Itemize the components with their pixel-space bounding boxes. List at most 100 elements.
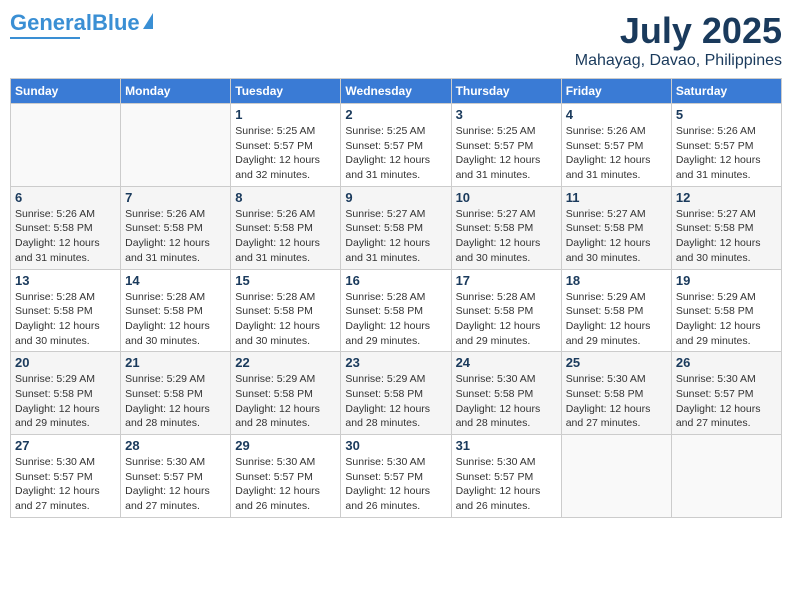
calendar-cell: 1 Sunrise: 5:25 AM Sunset: 5:57 PM Daylig… — [231, 104, 341, 187]
calendar-cell: 21Sunrise: 5:29 AM Sunset: 5:58 PM Dayli… — [121, 352, 231, 435]
calendar-week-row-3: 13 Sunrise: 5:28 AM Sunset: 5:58 PM Dayli… — [11, 269, 782, 352]
day-detail: Sunrise: 5:29 AM Sunset: 5:58 PM Dayligh… — [125, 372, 226, 431]
day-detail: Sunrise: 5:26 AM Sunset: 5:57 PM Dayligh… — [566, 124, 667, 183]
day-number: 6 — [15, 190, 116, 205]
calendar-cell: 28 Sunrise: 5:30 AM Sunset: 5:57 PM Dayli… — [121, 435, 231, 518]
day-number: 20 — [15, 355, 116, 370]
day-number: 17 — [456, 273, 557, 288]
calendar-cell: 9Sunrise: 5:27 AM Sunset: 5:58 PM Daylig… — [341, 186, 451, 269]
calendar-header-row: Sunday Monday Tuesday Wednesday Thursday… — [11, 79, 782, 104]
day-number: 28 — [125, 438, 226, 453]
calendar-cell: 24 Sunrise: 5:30 AM Sunset: 5:58 PM Dayli… — [451, 352, 561, 435]
day-number: 5 — [676, 107, 777, 122]
logo-text2: Blue — [92, 10, 140, 35]
day-detail: Sunrise: 5:28 AM Sunset: 5:58 PM Dayligh… — [125, 290, 226, 349]
day-detail: Sunrise: 5:28 AM Sunset: 5:58 PM Dayligh… — [345, 290, 446, 349]
header-monday: Monday — [121, 79, 231, 104]
day-detail: Sunrise: 5:27 AM Sunset: 5:58 PM Dayligh… — [345, 207, 446, 266]
calendar-cell: 26 Sunrise: 5:30 AM Sunset: 5:57 PM Dayli… — [671, 352, 781, 435]
calendar-cell: 29Sunrise: 5:30 AM Sunset: 5:57 PM Dayli… — [231, 435, 341, 518]
day-detail: Sunrise: 5:27 AM Sunset: 5:58 PM Dayligh… — [566, 207, 667, 266]
day-detail: Sunrise: 5:29 AM Sunset: 5:58 PM Dayligh… — [235, 372, 336, 431]
day-number: 7 — [125, 190, 226, 205]
day-number: 8 — [235, 190, 336, 205]
day-number: 1 — [235, 107, 336, 122]
day-number: 26 — [676, 355, 777, 370]
day-number: 12 — [676, 190, 777, 205]
day-detail: Sunrise: 5:30 AM Sunset: 5:57 PM Dayligh… — [235, 455, 336, 514]
calendar-cell: 2Sunrise: 5:25 AM Sunset: 5:57 PM Daylig… — [341, 104, 451, 187]
calendar-cell: 20 Sunrise: 5:29 AM Sunset: 5:58 PM Dayli… — [11, 352, 121, 435]
day-number: 16 — [345, 273, 446, 288]
month-year-title: July 2025 — [575, 10, 782, 52]
calendar-cell: 13Sunrise: 5:28 AM Sunset: 5:58 PM Dayli… — [11, 269, 121, 352]
header-thursday: Thursday — [451, 79, 561, 104]
day-detail: Sunrise: 5:30 AM Sunset: 5:57 PM Dayligh… — [676, 372, 777, 431]
calendar-week-row-5: 27 Sunrise: 5:30 AM Sunset: 5:57 PM Dayli… — [11, 435, 782, 518]
day-number: 14 — [125, 273, 226, 288]
day-detail: Sunrise: 5:30 AM Sunset: 5:57 PM Dayligh… — [456, 455, 557, 514]
location-subtitle: Mahayag, Davao, Philippines — [575, 52, 782, 70]
calendar-cell: 23 Sunrise: 5:29 AM Sunset: 5:58 PM Dayli… — [341, 352, 451, 435]
page: GeneralBlue July 2025 Mahayag, Davao, Ph… — [0, 0, 792, 612]
day-number: 30 — [345, 438, 446, 453]
calendar-cell: 30 Sunrise: 5:30 AM Sunset: 5:57 PM Dayli… — [341, 435, 451, 518]
logo: GeneralBlue — [10, 10, 153, 39]
logo-text: GeneralBlue — [10, 10, 140, 36]
calendar-cell: 6 Sunrise: 5:26 AM Sunset: 5:58 PM Daylig… — [11, 186, 121, 269]
calendar-cell: 5Sunrise: 5:26 AM Sunset: 5:57 PM Daylig… — [671, 104, 781, 187]
calendar-cell: 22 Sunrise: 5:29 AM Sunset: 5:58 PM Dayli… — [231, 352, 341, 435]
calendar-week-row-2: 6 Sunrise: 5:26 AM Sunset: 5:58 PM Daylig… — [11, 186, 782, 269]
calendar-cell — [121, 104, 231, 187]
day-number: 23 — [345, 355, 446, 370]
calendar-cell: 25Sunrise: 5:30 AM Sunset: 5:58 PM Dayli… — [561, 352, 671, 435]
calendar-cell: 16 Sunrise: 5:28 AM Sunset: 5:58 PM Dayli… — [341, 269, 451, 352]
calendar-cell — [671, 435, 781, 518]
day-detail: Sunrise: 5:30 AM Sunset: 5:57 PM Dayligh… — [125, 455, 226, 514]
calendar-cell: 12 Sunrise: 5:27 AM Sunset: 5:58 PM Dayli… — [671, 186, 781, 269]
day-number: 27 — [15, 438, 116, 453]
day-number: 22 — [235, 355, 336, 370]
day-detail: Sunrise: 5:30 AM Sunset: 5:58 PM Dayligh… — [456, 372, 557, 431]
day-number: 10 — [456, 190, 557, 205]
day-number: 15 — [235, 273, 336, 288]
calendar-cell: 4Sunrise: 5:26 AM Sunset: 5:57 PM Daylig… — [561, 104, 671, 187]
calendar-cell: 7Sunrise: 5:26 AM Sunset: 5:58 PM Daylig… — [121, 186, 231, 269]
day-detail: Sunrise: 5:25 AM Sunset: 5:57 PM Dayligh… — [345, 124, 446, 183]
day-detail: Sunrise: 5:26 AM Sunset: 5:58 PM Dayligh… — [15, 207, 116, 266]
calendar-cell: 31 Sunrise: 5:30 AM Sunset: 5:57 PM Dayli… — [451, 435, 561, 518]
header-sunday: Sunday — [11, 79, 121, 104]
day-detail: Sunrise: 5:25 AM Sunset: 5:57 PM Dayligh… — [456, 124, 557, 183]
calendar-cell: 8Sunrise: 5:26 AM Sunset: 5:58 PM Daylig… — [231, 186, 341, 269]
calendar-cell: 19Sunrise: 5:29 AM Sunset: 5:58 PM Dayli… — [671, 269, 781, 352]
calendar-cell — [561, 435, 671, 518]
day-detail: Sunrise: 5:27 AM Sunset: 5:58 PM Dayligh… — [676, 207, 777, 266]
calendar-cell: 17 Sunrise: 5:28 AM Sunset: 5:58 PM Dayli… — [451, 269, 561, 352]
title-section: July 2025 Mahayag, Davao, Philippines — [575, 10, 782, 70]
day-number: 24 — [456, 355, 557, 370]
calendar-cell — [11, 104, 121, 187]
day-detail: Sunrise: 5:30 AM Sunset: 5:57 PM Dayligh… — [345, 455, 446, 514]
logo-underline — [10, 37, 80, 39]
calendar-cell: 18 Sunrise: 5:29 AM Sunset: 5:58 PM Dayli… — [561, 269, 671, 352]
day-detail: Sunrise: 5:29 AM Sunset: 5:58 PM Dayligh… — [345, 372, 446, 431]
day-detail: Sunrise: 5:28 AM Sunset: 5:58 PM Dayligh… — [235, 290, 336, 349]
day-detail: Sunrise: 5:28 AM Sunset: 5:58 PM Dayligh… — [456, 290, 557, 349]
calendar-cell: 3Sunrise: 5:25 AM Sunset: 5:57 PM Daylig… — [451, 104, 561, 187]
day-detail: Sunrise: 5:30 AM Sunset: 5:57 PM Dayligh… — [15, 455, 116, 514]
day-number: 31 — [456, 438, 557, 453]
calendar-week-row-4: 20 Sunrise: 5:29 AM Sunset: 5:58 PM Dayli… — [11, 352, 782, 435]
calendar-cell: 11Sunrise: 5:27 AM Sunset: 5:58 PM Dayli… — [561, 186, 671, 269]
header: GeneralBlue July 2025 Mahayag, Davao, Ph… — [10, 10, 782, 70]
header-tuesday: Tuesday — [231, 79, 341, 104]
day-detail: Sunrise: 5:25 AM Sunset: 5:57 PM Dayligh… — [235, 124, 336, 183]
logo-text1: General — [10, 10, 92, 35]
calendar-table: Sunday Monday Tuesday Wednesday Thursday… — [10, 78, 782, 518]
day-detail: Sunrise: 5:29 AM Sunset: 5:58 PM Dayligh… — [566, 290, 667, 349]
calendar-week-row-1: 1 Sunrise: 5:25 AM Sunset: 5:57 PM Daylig… — [11, 104, 782, 187]
header-friday: Friday — [561, 79, 671, 104]
day-number: 13 — [15, 273, 116, 288]
day-number: 18 — [566, 273, 667, 288]
day-number: 25 — [566, 355, 667, 370]
day-detail: Sunrise: 5:29 AM Sunset: 5:58 PM Dayligh… — [15, 372, 116, 431]
